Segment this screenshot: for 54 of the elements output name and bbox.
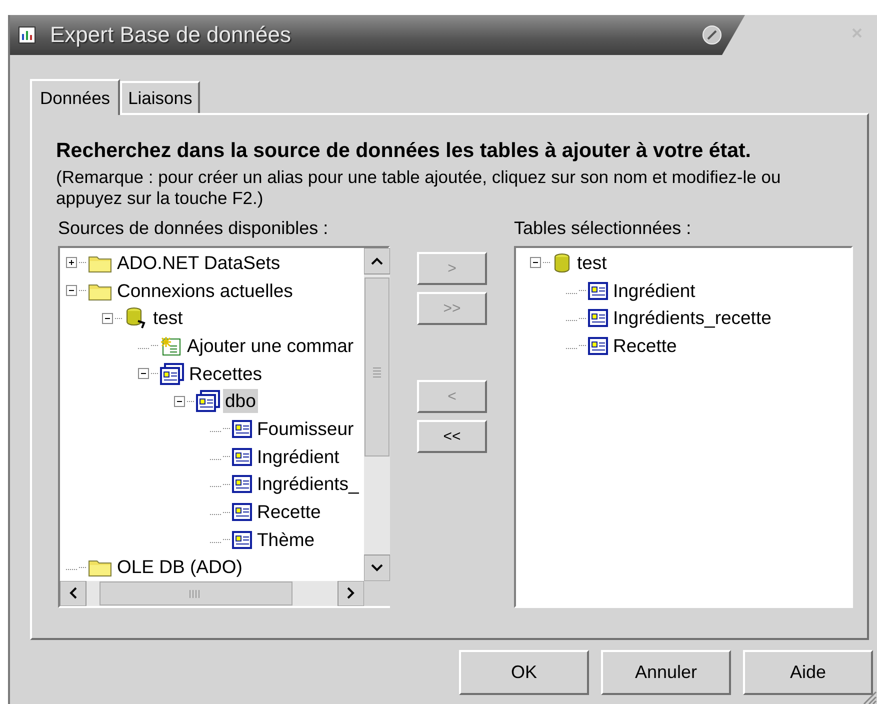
tree-item[interactable]: test <box>151 306 185 330</box>
tree-item[interactable]: test <box>575 250 609 275</box>
scrollbar-corner <box>364 581 390 606</box>
tree-item[interactable]: Recette <box>611 334 679 358</box>
database-icon <box>552 252 572 273</box>
tree-item[interactable]: OLE DB (ADO) <box>115 555 244 580</box>
database-icon <box>124 307 148 330</box>
tab[interactable]: Données <box>30 79 120 115</box>
tree-item[interactable]: Ingrédients_ <box>255 472 361 496</box>
tree-item[interactable]: Connexions actuelles <box>115 278 295 303</box>
selected-tables-tree[interactable]: test Ingrédient Ingrédients_recette Recette <box>514 246 853 608</box>
tree-item[interactable]: ADO.NET DataSets <box>115 250 282 275</box>
table-icon <box>232 448 252 466</box>
table-icon <box>232 530 252 549</box>
tree-item[interactable]: Recettes <box>187 362 264 386</box>
table-icon <box>232 475 252 494</box>
expand-icon[interactable] <box>66 257 77 268</box>
table-icon <box>232 503 252 522</box>
dialog-button[interactable]: OK <box>459 650 589 695</box>
tree-item[interactable]: Foumisseur <box>255 416 356 441</box>
horizontal-scrollbar[interactable] <box>60 581 364 606</box>
schema-icon <box>196 390 220 412</box>
tree-item[interactable]: Recette <box>255 500 323 524</box>
vertical-scrollbar[interactable] <box>364 248 390 581</box>
instruction-heading: Recherchez dans la source de données les tables à ajouter à votre état. <box>56 139 752 163</box>
pin-icon[interactable] <box>701 24 723 46</box>
list-label: Sources de données disponibles : <box>58 218 330 239</box>
app-icon <box>18 26 36 44</box>
collapse-icon[interactable] <box>66 285 77 296</box>
collapse-icon[interactable] <box>174 396 185 407</box>
dialog-button[interactable]: Aide <box>743 650 873 695</box>
tree-item[interactable]: Ingrédient <box>611 278 698 303</box>
table-icon <box>588 282 608 300</box>
list-label: Tables sélectionnées : <box>514 218 692 239</box>
note-text: (Remarque : pour créer un alias pour une table ajoutée, cliquez sur son nom et modifiez-le ou appuyez sur la touche F2.) <box>56 167 782 209</box>
schema-icon <box>160 362 184 385</box>
collapse-icon[interactable] <box>530 257 541 268</box>
table-icon <box>588 336 608 355</box>
dialog-button[interactable]: Annuler <box>601 650 731 695</box>
move-button[interactable]: << <box>417 420 487 453</box>
tab[interactable]: Liaisons <box>120 81 200 113</box>
table-icon <box>588 309 608 328</box>
table-icon <box>232 420 252 438</box>
tree-item[interactable]: Ingrédient <box>255 444 342 469</box>
collapse-icon[interactable] <box>102 312 113 324</box>
window-title: Expert Base de données <box>50 22 292 48</box>
available-sources-tree[interactable]: ADO.NET DataSets Connexions actuelles test Ajouter une commar Recettes dbo Foumisseur Ingrédient Ingrédients_ Recette Thème OLE DB (ADO) <box>58 246 390 608</box>
collapse-icon[interactable] <box>138 368 149 380</box>
resize-grip-icon[interactable] <box>861 690 877 704</box>
tree-item[interactable]: dbo <box>223 389 258 414</box>
tree-item[interactable]: Ingrédients_recette <box>611 306 774 330</box>
tree-item[interactable]: Thème <box>255 528 317 552</box>
tree-item[interactable]: Ajouter une commar <box>185 334 356 358</box>
new-command-icon <box>160 336 182 356</box>
